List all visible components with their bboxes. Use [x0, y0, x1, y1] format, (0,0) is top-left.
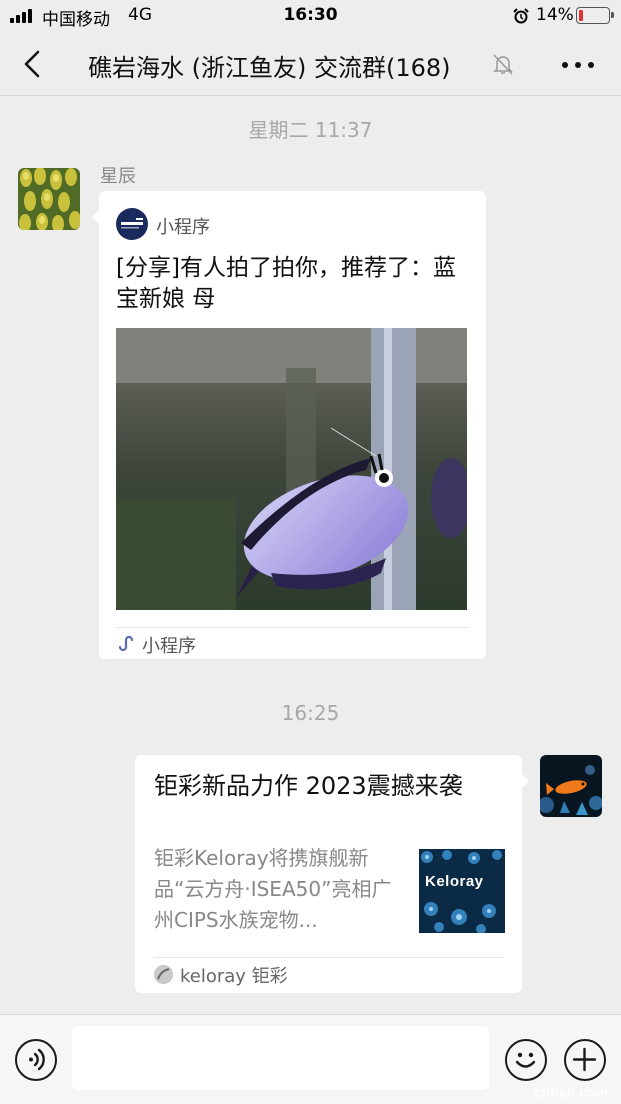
avatar[interactable] [18, 168, 80, 230]
angelfish-photo [116, 328, 467, 610]
article-description: 钜彩Keloray将携旗舰新品“云方舟·ISEA50”亮相广州CIPS水族宠物.… [154, 846, 392, 932]
sender-name: 星辰 [100, 166, 136, 187]
article-card[interactable]: 钜彩新品力作 2023震撼来袭 钜彩Keloray将携旗舰新品“云方舟·ISEA… [135, 755, 529, 993]
mini-program-app-label: 小程序 [156, 217, 210, 238]
card-divider [116, 627, 469, 628]
mini-program-footer: 小程序 [142, 636, 196, 657]
message-timestamp: 16:25 [281, 701, 340, 725]
voice-icon[interactable] [15, 1039, 57, 1081]
mini-program-title: [分享]有人拍了拍你，推荐了：蓝宝新娘 母 [116, 255, 456, 312]
battery-percent: 14% [536, 5, 574, 25]
message-input[interactable] [72, 1026, 489, 1090]
mini-program-card[interactable]: 小程序 [分享]有人拍了拍你，推荐了：蓝宝新娘 母 小程序 [92, 191, 486, 659]
bell-muted-icon [493, 54, 513, 75]
source-account-icon [154, 965, 173, 984]
card-divider [154, 957, 503, 958]
emoji-icon[interactable] [505, 1039, 547, 1081]
article-thumbnail-brand: Keloray [425, 873, 484, 890]
mini-program-logo [116, 208, 148, 240]
article-title: 钜彩新品力作 2023震撼来袭 [154, 772, 463, 800]
article-thumbnail: Keloray [419, 849, 505, 933]
chevron-left-icon[interactable] [20, 49, 44, 79]
alarm-clock-icon [513, 8, 529, 24]
fish-avatar-image [540, 755, 602, 817]
input-bar [0, 1014, 621, 1104]
more-dots-icon[interactable] [560, 56, 596, 72]
chat-title: 礁岩海水 (浙江鱼友) 交流群(168) [88, 54, 451, 82]
avatar-self[interactable] [540, 755, 602, 817]
mini-program-icon [118, 635, 134, 652]
message-timestamp: 星期二 11:37 [248, 118, 373, 142]
battery-icon [576, 7, 614, 24]
article-source: keloray 钜彩 [180, 966, 288, 987]
watermark: cnfish.com [534, 1084, 608, 1100]
battery-level-fill [579, 10, 583, 21]
coral-avatar-image [18, 168, 80, 230]
plus-icon[interactable] [564, 1039, 606, 1081]
nav-bar: 礁岩海水 (浙江鱼友) 交流群(168) [0, 32, 621, 96]
status-bar: 中国移动 4G 16:30 14% [0, 0, 621, 32]
